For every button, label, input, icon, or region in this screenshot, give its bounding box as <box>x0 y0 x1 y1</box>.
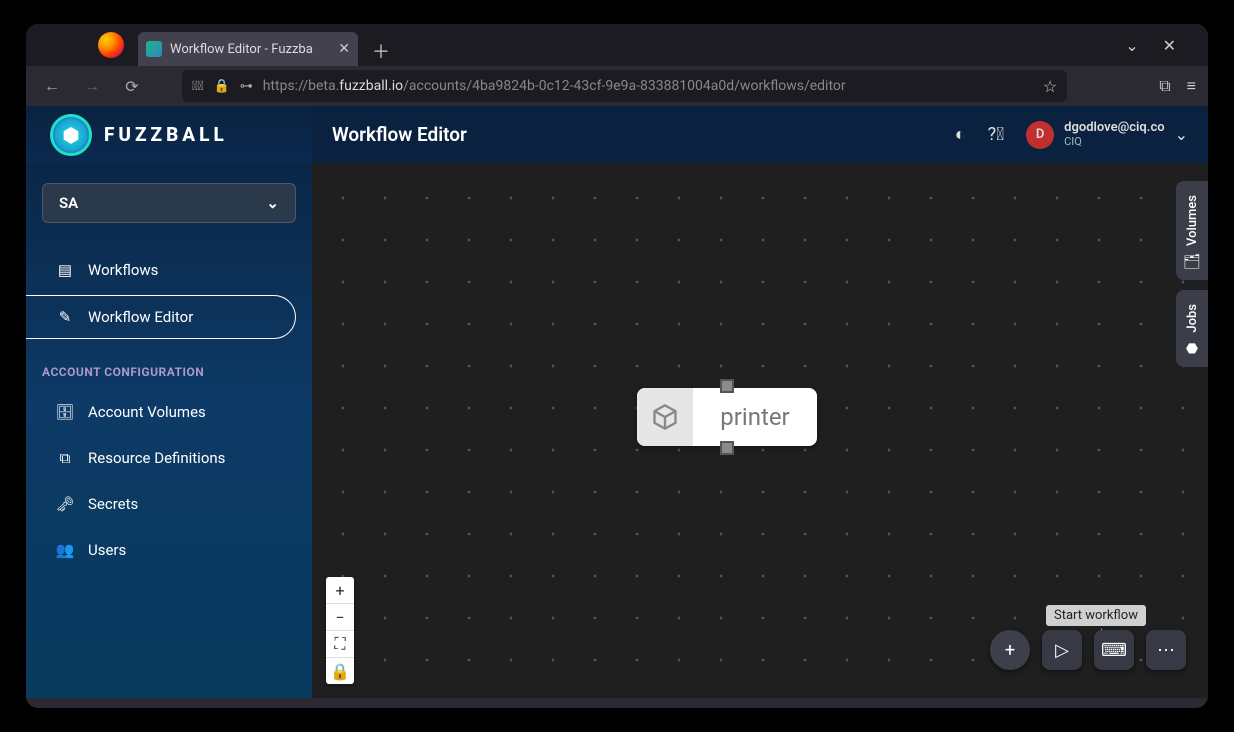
users-icon: 👥 <box>56 541 74 559</box>
brand-logo-icon: ⬢ <box>50 114 92 156</box>
tab-close-icon[interactable]: ✕ <box>338 41 350 57</box>
workflow-node-printer[interactable]: printer <box>637 388 817 446</box>
browser-toolbar: ← → ⟳ ◯⃘ 🔒 ⊶ https://beta.fuzzball.io/ac… <box>26 66 1208 106</box>
browser-tab-strip: Workflow Editor - Fuzzba ✕ ＋ ⌄ ✕ <box>26 24 1208 66</box>
cube-icon <box>637 388 693 446</box>
database-icon: 🗄 <box>56 403 74 421</box>
start-workflow-tooltip: Start workflow <box>1046 605 1146 626</box>
zoom-in-button[interactable]: + <box>326 577 354 604</box>
favicon-icon <box>146 41 162 57</box>
url-host: fuzzball.io <box>339 78 403 94</box>
nav-reload-icon[interactable]: ⟳ <box>118 72 146 100</box>
firefox-icon <box>98 32 124 58</box>
extensions-icon[interactable]: ⧉ <box>1159 76 1170 96</box>
zoom-fit-button[interactable]: ⛶ <box>326 631 354 658</box>
browser-tab[interactable]: Workflow Editor - Fuzzba ✕ <box>138 32 358 66</box>
sidebar-item-account-volumes[interactable]: 🗄 Account Volumes <box>42 391 296 433</box>
more-actions-button[interactable]: ⋯ <box>1146 630 1186 670</box>
rail-label: Jobs <box>1185 304 1200 333</box>
sidebar-item-label: Workflows <box>88 261 158 279</box>
rail-tab-volumes[interactable]: Volumes 🗂 <box>1176 181 1208 280</box>
chevron-down-icon: ⌄ <box>266 194 279 212</box>
workflow-canvas[interactable]: printer + − ⛶ 🔒 Start workflow ⌖ + ▷ <box>312 163 1208 698</box>
window-close-icon[interactable]: ✕ <box>1163 36 1176 55</box>
sidebar-item-label: Resource Definitions <box>88 449 225 467</box>
sidebar-item-label: Workflow Editor <box>88 308 193 326</box>
user-org: CIQ <box>1064 136 1164 148</box>
permissions-icon[interactable]: ⊶ <box>240 79 253 94</box>
key-icon: 🗝 <box>56 495 74 513</box>
sidebar-item-resource-definitions[interactable]: ⧉ Resource Definitions <box>42 437 296 479</box>
all-tabs-icon[interactable]: ⌄ <box>1125 36 1138 55</box>
sidebar-item-label: Secrets <box>88 495 138 513</box>
browser-menu-icon[interactable]: ≡ <box>1187 76 1196 96</box>
zoom-lock-button[interactable]: 🔒 <box>326 658 354 684</box>
account-selector[interactable]: SA ⌄ <box>42 183 296 223</box>
url-scheme: https://beta. <box>263 78 340 94</box>
sidebar: SA ⌄ ▤ Workflows ✎ Workflow Editor ACCOU… <box>26 106 312 698</box>
brand[interactable]: ⬢ FUZZBALL <box>26 106 312 163</box>
sidebar-item-label: Account Volumes <box>88 403 206 421</box>
new-tab-button[interactable]: ＋ <box>366 36 396 66</box>
theme-toggle-icon[interactable]: ◐ <box>955 124 966 145</box>
user-email: dgodlove@ciq.co <box>1064 121 1164 135</box>
lock-icon[interactable]: 🔒 <box>214 79 230 94</box>
sidebar-item-label: Users <box>88 541 126 559</box>
user-menu[interactable]: D dgodlove@ciq.co CIQ ⌄ <box>1026 121 1188 149</box>
account-selector-value: SA <box>59 194 78 212</box>
avatar: D <box>1026 121 1054 149</box>
nav-back-icon[interactable]: ← <box>38 72 66 100</box>
shield-icon[interactable]: ◯⃘ <box>192 79 204 94</box>
node-handle-bottom[interactable] <box>720 441 734 455</box>
zoom-controls: + − ⛶ 🔒 <box>326 577 354 684</box>
sidebar-item-secrets[interactable]: 🗝 Secrets <box>42 483 296 525</box>
brand-text: FUZZBALL <box>104 123 228 146</box>
tab-title: Workflow Editor - Fuzzba <box>170 42 330 57</box>
rail-tab-jobs[interactable]: Jobs ⬣ <box>1176 290 1208 367</box>
page-title: Workflow Editor <box>332 123 467 146</box>
bookmark-star-icon[interactable]: ☆ <box>1043 77 1057 96</box>
url-bar[interactable]: ◯⃘ 🔒 ⊶ https://beta.fuzzball.io/accounts… <box>182 70 1067 102</box>
list-icon: ▤ <box>56 261 74 279</box>
sitemap-icon: ⧉ <box>56 449 74 467</box>
sidebar-item-workflows[interactable]: ▤ Workflows <box>42 249 296 291</box>
jobs-icon: ⬣ <box>1186 341 1198 357</box>
sidebar-item-users[interactable]: 👥 Users <box>42 529 296 571</box>
volumes-icon: 🗂 <box>1183 254 1201 270</box>
sidebar-item-workflow-editor[interactable]: ✎ Workflow Editor <box>26 295 296 339</box>
chevron-down-icon: ⌄ <box>1175 125 1188 144</box>
zoom-out-button[interactable]: − <box>326 604 354 631</box>
node-label: printer <box>693 403 817 431</box>
start-workflow-button[interactable]: ▷ <box>1042 630 1082 670</box>
right-rail: Volumes 🗂 Jobs ⬣ <box>1176 181 1208 367</box>
rail-label: Volumes <box>1185 195 1200 246</box>
node-handle-top[interactable] <box>720 379 734 393</box>
app-header: ⬢ FUZZBALL Workflow Editor ◐ ?⃝ D dgodlo… <box>26 106 1208 163</box>
url-path: /accounts/4ba9824b-0c12-43cf-9e9a-833881… <box>403 78 846 94</box>
keyboard-shortcuts-button[interactable]: ⌨ <box>1094 630 1134 670</box>
sidebar-section-label: ACCOUNT CONFIGURATION <box>42 365 296 379</box>
nav-forward-icon: → <box>78 72 106 100</box>
edit-icon: ✎ <box>56 308 74 326</box>
action-bar: + ▷ ⌨ ⋯ <box>990 630 1186 670</box>
add-job-button[interactable]: + <box>990 630 1030 670</box>
help-icon[interactable]: ?⃝ <box>988 124 1005 145</box>
